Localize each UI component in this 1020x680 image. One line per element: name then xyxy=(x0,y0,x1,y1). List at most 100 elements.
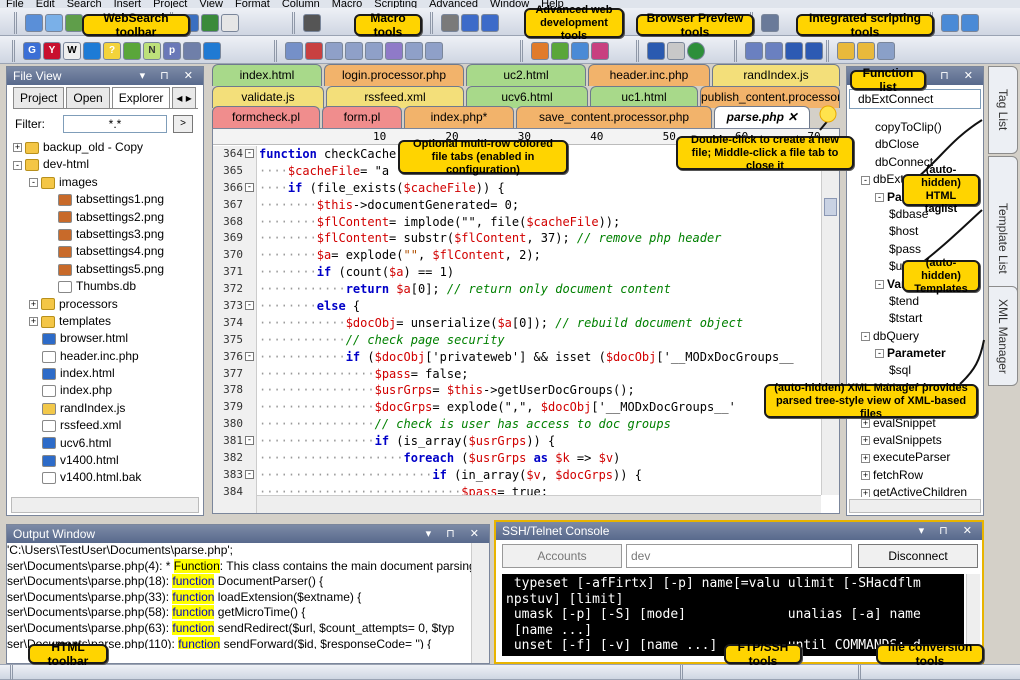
expand-icon[interactable]: - xyxy=(875,349,884,359)
output-row[interactable]: 'C:\Users\TestUser\Documents\parse.php'; xyxy=(7,543,471,559)
file-tree-item[interactable]: browser.html xyxy=(13,330,197,347)
menu-column[interactable]: Column xyxy=(276,0,326,8)
menu-view[interactable]: View xyxy=(193,0,229,8)
menu-macro[interactable]: Macro xyxy=(326,0,369,8)
code-line[interactable]: 376- ············if ($docObj['privateweb'… xyxy=(213,349,821,366)
tab-project[interactable]: Project xyxy=(13,87,65,108)
script-help-icon[interactable] xyxy=(785,42,803,60)
code-line[interactable]: 379 ················$docGrps= explode(","… xyxy=(213,399,821,416)
expand-icon[interactable]: - xyxy=(861,175,870,185)
file-tree-item[interactable]: + backup_old - Copy xyxy=(13,139,197,156)
function-item[interactable]: dbClose xyxy=(851,136,979,153)
code-line[interactable]: 383- ························if (in_array… xyxy=(213,467,821,484)
file-tree-hscroll[interactable] xyxy=(11,497,199,513)
expand-icon[interactable]: + xyxy=(29,299,38,309)
new-file-icon[interactable] xyxy=(25,14,43,32)
output-row[interactable]: ser\Documents\parse.php(18): function Do… xyxy=(7,574,471,590)
print-icon[interactable] xyxy=(441,14,459,32)
file-tree-item[interactable]: header.inc.php xyxy=(13,348,197,365)
open-icon[interactable] xyxy=(45,14,63,32)
script-refresh-icon[interactable] xyxy=(805,42,823,60)
code-line[interactable]: 378 ················$usrGrps= $this->getU… xyxy=(213,382,821,399)
tab-open[interactable]: Open xyxy=(66,87,110,108)
menu-insert[interactable]: Insert xyxy=(108,0,148,8)
code-line[interactable]: 366- ····if (file_exists($cacheFile)) { xyxy=(213,180,821,197)
function-item[interactable]: $host xyxy=(851,223,979,240)
doc-tab[interactable]: header.inc.php xyxy=(588,64,710,86)
filter-input[interactable]: *.* xyxy=(63,115,167,133)
help-search-icon[interactable]: ? xyxy=(103,42,121,60)
preview-icon[interactable] xyxy=(647,42,665,60)
expand-icon[interactable]: - xyxy=(875,279,884,289)
editor-hscroll[interactable] xyxy=(257,495,821,513)
code-line[interactable]: 373- ········else { xyxy=(213,298,821,315)
output-row[interactable]: ser\Documents\parse.php(58): function ge… xyxy=(7,605,471,621)
script-debug-icon[interactable] xyxy=(765,42,783,60)
php-net-search-icon[interactable] xyxy=(123,42,141,60)
file-tree-item[interactable]: tabsettings1.png xyxy=(13,191,197,208)
notes-search-icon[interactable]: N xyxy=(143,42,161,60)
expand-icon[interactable]: + xyxy=(861,436,870,446)
php-search-icon[interactable]: p xyxy=(163,42,181,60)
code-line[interactable]: 367 ········$this->documentGenerated= 0; xyxy=(213,197,821,214)
code-line[interactable]: 369 ········$flContent= substr($flContent… xyxy=(213,230,821,247)
function-item[interactable]: $sql xyxy=(851,362,979,379)
code-line[interactable]: 382 ····················foreach ($usrGrps… xyxy=(213,450,821,467)
function-item[interactable]: $tend xyxy=(851,293,979,310)
expand-icon[interactable]: + xyxy=(861,471,870,481)
code-line[interactable]: 375 ············// check page security xyxy=(213,332,821,349)
expand-icon[interactable]: + xyxy=(861,488,870,497)
css-icon[interactable] xyxy=(551,42,569,60)
ssh-controls-icon[interactable]: ▾ ⊓ ✕ xyxy=(919,522,978,540)
tidy-icon[interactable] xyxy=(591,42,609,60)
disconnect-button[interactable]: Disconnect xyxy=(858,544,978,568)
jquery-search-icon[interactable] xyxy=(183,42,201,60)
doc-tab[interactable]: index.html xyxy=(212,64,322,86)
code-line[interactable]: 368 ········$flContent= implode("", file(… xyxy=(213,214,821,231)
code-editor[interactable]: 10203040506070 364-function checkCache36… xyxy=(212,128,840,514)
columns-icon[interactable] xyxy=(761,14,779,32)
doc-tab[interactable]: rssfeed.xml xyxy=(326,86,464,108)
undo-icon[interactable] xyxy=(941,14,959,32)
yahoo-search-icon[interactable]: Y xyxy=(43,42,61,60)
msdn-search-icon[interactable] xyxy=(83,42,101,60)
fold-icon[interactable]: - xyxy=(245,182,254,192)
save-icon[interactable] xyxy=(65,14,83,32)
tab-tag-list[interactable]: Tag List xyxy=(988,66,1018,154)
fold-icon[interactable]: - xyxy=(245,469,254,479)
file-tree-item[interactable]: tabsettings5.png xyxy=(13,261,197,278)
macro-step-icon[interactable] xyxy=(345,42,363,60)
macro-stop-icon[interactable] xyxy=(305,42,323,60)
doc-tab[interactable]: index.php* xyxy=(404,106,514,128)
menu-advanced[interactable]: Advanced xyxy=(423,0,484,8)
globe-icon[interactable] xyxy=(687,42,705,60)
macro-repeat-icon[interactable] xyxy=(365,42,383,60)
doc-tab[interactable]: randIndex.js xyxy=(712,64,840,86)
code-line[interactable]: 372 ············return $a[0]; // return o… xyxy=(213,281,821,298)
doc-tab[interactable]: ucv6.html xyxy=(466,86,588,108)
function-item[interactable]: copyToClip() xyxy=(851,119,979,136)
wikipedia-search-icon[interactable]: W xyxy=(63,42,81,60)
doc-tab[interactable]: publish_content.processor.php xyxy=(700,86,840,108)
pencil-icon[interactable] xyxy=(837,42,855,60)
replace-icon[interactable] xyxy=(481,14,499,32)
preview-split-icon[interactable] xyxy=(667,42,685,60)
expand-icon[interactable]: + xyxy=(861,453,870,463)
tab-scroll-icon[interactable]: ◂ ▸ xyxy=(172,87,196,108)
file-tree-item[interactable]: tabsettings3.png xyxy=(13,226,197,243)
macro-list-icon[interactable] xyxy=(425,42,443,60)
file-tree-item[interactable]: tabsettings4.png xyxy=(13,243,197,260)
doc-tab[interactable]: form.pl xyxy=(322,106,402,128)
function-item[interactable]: $tstart xyxy=(851,310,979,327)
doc-tab[interactable]: validate.js xyxy=(212,86,324,108)
function-item[interactable]: + evalSnippets xyxy=(851,432,979,449)
doc-tab[interactable]: save_content.processor.php xyxy=(516,106,712,128)
tab-xml-manager[interactable]: XML Manager xyxy=(988,286,1018,386)
fold-icon[interactable]: - xyxy=(245,149,254,158)
html-validate-icon[interactable] xyxy=(571,42,589,60)
file-tree-item[interactable]: rssfeed.xml xyxy=(13,417,197,434)
fold-icon[interactable]: - xyxy=(245,436,254,446)
macro-save-icon[interactable] xyxy=(405,42,423,60)
file-tree-item[interactable]: + templates xyxy=(13,313,197,330)
doc-tab[interactable]: parse.php ✕ xyxy=(714,106,810,128)
